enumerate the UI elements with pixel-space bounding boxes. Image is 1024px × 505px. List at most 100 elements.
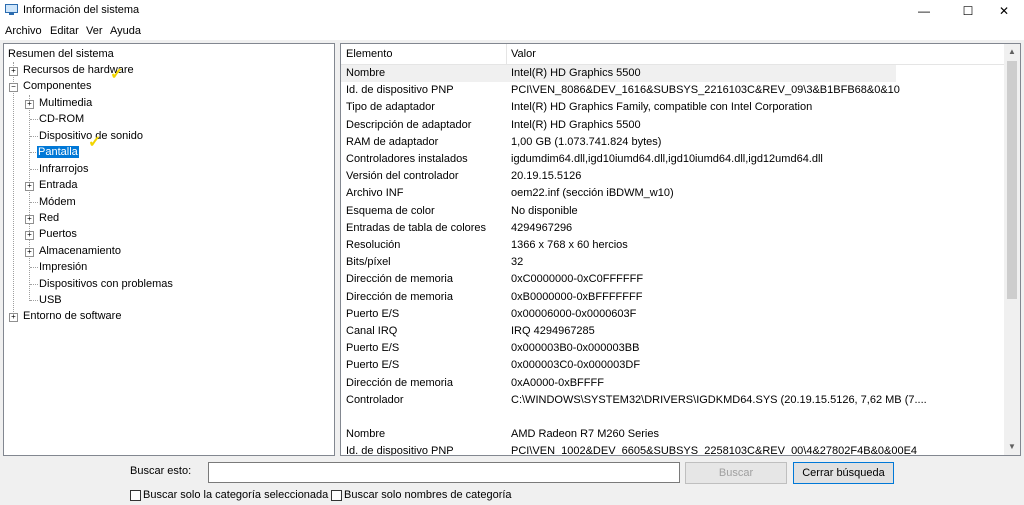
tree-item-modem[interactable]: Módem	[38, 196, 77, 208]
tree-item-usb[interactable]: USB	[38, 294, 63, 306]
category-only-checkbox[interactable]	[130, 490, 141, 501]
tree-item-entrada[interactable]: Entrada	[38, 179, 79, 191]
expand-icon[interactable]: +	[25, 100, 34, 109]
menu-archivo[interactable]: Archivo	[5, 25, 42, 37]
close-button[interactable]: ✕	[984, 0, 1024, 22]
menu-ayuda[interactable]: Ayuda	[110, 25, 141, 37]
table-row[interactable]: Canal IRQ IRQ 4294967285	[341, 323, 896, 340]
cell-element: Id. de dispositivo PNP	[346, 445, 454, 456]
table-row[interactable]: Id. de dispositivo PNP PCI\VEN_1002&DEV_6…	[341, 443, 917, 456]
cell-value: 32	[511, 256, 524, 269]
table-row[interactable]: Puerto E/S 0x00006000-0x0000603F	[341, 306, 896, 323]
column-divider[interactable]	[506, 44, 507, 64]
tree-connector	[30, 119, 38, 120]
tree-item-infrarrojos[interactable]: Infrarrojos	[38, 163, 90, 175]
table-row[interactable]: Descripción de adaptador Intel(R) HD Grap…	[341, 117, 896, 134]
close-search-button[interactable]: Cerrar búsqueda	[793, 462, 894, 484]
table-row[interactable]: Bits/píxel 32	[341, 254, 896, 271]
expand-icon[interactable]: +	[9, 313, 18, 322]
cell-element: Puerto E/S	[346, 359, 400, 372]
table-row[interactable]: Versión del controlador 20.19.15.5126	[341, 168, 896, 185]
table-row[interactable]: Controladores instalados igdumdim64.dll,i…	[341, 151, 896, 168]
table-header: Elemento Valor	[341, 44, 1006, 65]
category-only-label[interactable]: Buscar solo la categoría seleccionada	[143, 489, 328, 501]
vertical-scrollbar[interactable]: ▲ ▼	[1004, 44, 1020, 455]
tree-connector	[30, 136, 38, 137]
cell-element: Nombre	[346, 428, 386, 441]
expand-icon[interactable]: +	[9, 67, 18, 76]
cell-value: 0x000003B0-0x000003BB	[511, 342, 640, 355]
cell-element: Tipo de adaptador	[346, 101, 435, 114]
cell-element: Dirección de memoria	[346, 376, 453, 389]
table-row[interactable]: Dirección de memoria 0xA0000-0xBFFFF	[341, 375, 896, 392]
table-row[interactable]: Id. de dispositivo PNP PCI\VEN_8086&DEV_1…	[341, 82, 900, 99]
cell-element: Canal IRQ	[346, 325, 398, 337]
cell-element: Resolución	[346, 239, 401, 251]
window-title: Información del sistema	[23, 4, 140, 16]
cell-element: Archivo INF	[346, 187, 404, 200]
category-tree[interactable]: Resumen del sistema + Recursos de hardwa…	[3, 43, 335, 456]
cell-value: PCI\VEN_8086&DEV_1616&SUBSYS_2216103C&RE…	[511, 84, 900, 97]
check-mark-icon: ✓	[110, 66, 124, 83]
collapse-icon[interactable]: −	[9, 83, 18, 92]
tree-item-impresion[interactable]: Impresión	[38, 261, 88, 273]
names-only-label[interactable]: Buscar solo nombres de categoría	[344, 489, 512, 501]
expand-icon[interactable]: +	[25, 182, 34, 191]
details-table[interactable]: Elemento Valor Nombre Intel(R) HD Graphic…	[340, 43, 1021, 456]
menu-ver[interactable]: Ver	[86, 25, 103, 37]
tree-item-pantalla[interactable]: Pantalla	[37, 146, 79, 158]
cell-element: Descripción de adaptador	[346, 118, 472, 131]
tree-item-cdrom[interactable]: CD-ROM	[38, 113, 85, 125]
table-row[interactable]: Controlador C:\WINDOWS\SYSTEM32\DRIVERS\I…	[341, 392, 927, 409]
table-row[interactable]: Puerto E/S 0x000003B0-0x000003BB	[341, 340, 896, 357]
scroll-thumb[interactable]	[1007, 61, 1017, 299]
scroll-up-icon[interactable]: ▲	[1004, 44, 1020, 60]
tree-item-almacenamiento[interactable]: Almacenamiento	[38, 245, 122, 257]
table-row[interactable]: RAM de adaptador 1,00 GB (1.073.741.824 b…	[341, 134, 896, 151]
cell-value: Intel(R) HD Graphics 5500	[511, 67, 641, 79]
table-row[interactable]: Esquema de color No disponible	[341, 203, 896, 220]
table-row[interactable]: Resolución 1366 x 768 x 60 hercios	[341, 237, 896, 254]
minimize-button[interactable]: —	[904, 0, 944, 22]
cell-value: 0xA0000-0xBFFFF	[511, 376, 604, 389]
tree-connector	[30, 284, 38, 285]
menu-editar[interactable]: Editar	[50, 25, 79, 37]
table-row[interactable]: Nombre Intel(R) HD Graphics 5500	[341, 65, 896, 82]
table-row[interactable]: Dirección de memoria 0xC0000000-0xC0FFFFF…	[341, 271, 896, 288]
cell-value: PCI\VEN_1002&DEV_6605&SUBSYS_2258103C&RE…	[511, 445, 918, 456]
expand-icon[interactable]: +	[25, 231, 34, 240]
search-input[interactable]	[208, 462, 680, 483]
scroll-down-icon[interactable]: ▼	[1004, 439, 1020, 455]
table-row[interactable]: Puerto E/S 0x000003C0-0x000003DF	[341, 357, 896, 374]
table-row[interactable]: Entradas de tabla de colores 4294967296	[341, 220, 896, 237]
tree-item-problemas[interactable]: Dispositivos con problemas	[38, 278, 174, 290]
tree-item-multimedia[interactable]: Multimedia	[38, 97, 93, 109]
cell-value: 0xB0000000-0xBFFFFFFF	[511, 290, 643, 303]
cell-element: Versión del controlador	[346, 170, 459, 183]
table-row[interactable]: Tipo de adaptador Intel(R) HD Graphics Fa…	[341, 99, 896, 116]
cell-value: Intel(R) HD Graphics 5500	[511, 118, 641, 131]
expand-icon[interactable]: +	[25, 248, 34, 257]
tree-item-puertos[interactable]: Puertos	[38, 228, 78, 240]
cell-value: 1366 x 768 x 60 hercios	[511, 239, 628, 251]
cell-value: C:\WINDOWS\SYSTEM32\DRIVERS\IGDKMD64.SYS…	[511, 393, 927, 406]
cell-value: 0xC0000000-0xC0FFFFFF	[511, 273, 644, 286]
tree-item-entorno[interactable]: Entorno de software	[22, 310, 122, 322]
tree-item-resumen[interactable]: Resumen del sistema	[7, 48, 115, 60]
table-row[interactable]: Nombre AMD Radeon R7 M260 Series	[341, 426, 896, 443]
maximize-button[interactable]: ☐	[948, 0, 988, 22]
cell-value: 0x000003C0-0x000003DF	[511, 359, 641, 372]
table-row[interactable]	[341, 409, 896, 426]
title-bar: Información del sistema — ☐ ✕	[0, 0, 1024, 22]
expand-icon[interactable]: +	[25, 215, 34, 224]
names-only-checkbox[interactable]	[331, 490, 342, 501]
tree-item-red[interactable]: Red	[38, 212, 60, 224]
cell-element: Controlador	[346, 393, 404, 406]
column-header-elemento[interactable]: Elemento	[346, 48, 392, 60]
column-header-valor[interactable]: Valor	[511, 48, 536, 60]
cell-value: oem22.inf (sección iBDWM_w10)	[511, 187, 674, 200]
find-button[interactable]: Buscar	[685, 462, 787, 484]
table-row[interactable]: Dirección de memoria 0xB0000000-0xBFFFFFF…	[341, 289, 896, 306]
tree-item-componentes[interactable]: Componentes	[22, 80, 93, 92]
table-row[interactable]: Archivo INF oem22.inf (sección iBDWM_w10)	[341, 185, 896, 202]
